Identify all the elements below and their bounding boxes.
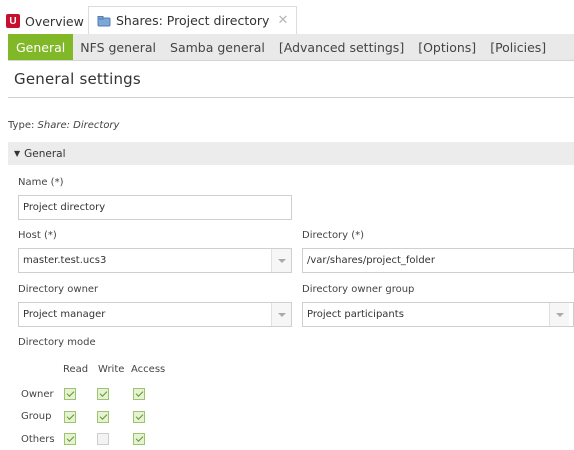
group-access-checkbox[interactable] xyxy=(133,411,145,423)
page-title: General settings xyxy=(14,70,141,88)
tab-shares-label: Shares: Project directory xyxy=(116,13,270,28)
section-title: General xyxy=(24,147,66,160)
caret-down-icon: ▼ xyxy=(14,149,21,158)
top-tab-bar: U Overview Shares: Project directory ✕ xyxy=(0,0,574,34)
column-read: Read xyxy=(63,364,89,375)
type-prefix: Type: xyxy=(8,120,38,131)
row-others-label: Others xyxy=(21,434,55,445)
others-read-checkbox[interactable] xyxy=(64,433,76,445)
close-icon[interactable]: ✕ xyxy=(277,13,288,28)
tab-advanced-settings[interactable]: [Advanced settings] xyxy=(272,34,411,60)
host-value: master.test.ucs3 xyxy=(23,255,107,266)
column-access: Access xyxy=(131,364,166,375)
tab-shares[interactable]: Shares: Project directory ✕ xyxy=(88,6,298,34)
owner-label: Directory owner xyxy=(18,284,99,295)
group-read-checkbox[interactable] xyxy=(64,411,76,423)
tab-policies[interactable]: [Policies] xyxy=(483,34,553,60)
others-access-checkbox[interactable] xyxy=(133,433,145,445)
directory-label: Directory (*) xyxy=(302,230,365,241)
owner-select[interactable]: Project manager xyxy=(18,302,292,327)
row-owner-label: Owner xyxy=(21,389,54,400)
owner-group-label: Directory owner group xyxy=(302,284,415,295)
sub-tab-bar: General NFS general Samba general [Advan… xyxy=(8,34,574,61)
directory-mode-label: Directory mode xyxy=(18,337,96,348)
owner-group-select[interactable]: Project participants xyxy=(302,302,574,327)
group-write-checkbox[interactable] xyxy=(97,411,109,423)
tab-overview-label: Overview xyxy=(25,13,84,29)
tab-options[interactable]: [Options] xyxy=(411,34,483,60)
divider xyxy=(8,97,574,98)
directory-value: /var/shares/project_folder xyxy=(307,255,435,266)
row-group-label: Group xyxy=(21,411,52,422)
host-select[interactable]: master.test.ucs3 xyxy=(18,248,292,273)
object-type: Type: Share: Directory xyxy=(8,120,119,131)
type-value: Share: Directory xyxy=(37,120,120,131)
others-write-checkbox[interactable] xyxy=(97,433,109,445)
column-write: Write xyxy=(98,364,125,375)
owner-read-checkbox[interactable] xyxy=(64,388,76,400)
owner-group-value: Project participants xyxy=(307,309,404,320)
host-label: Host (*) xyxy=(18,230,57,241)
owner-access-checkbox[interactable] xyxy=(133,388,145,400)
univention-logo-icon: U xyxy=(6,14,20,28)
tab-general[interactable]: General xyxy=(8,34,74,60)
host-dropdown-icon[interactable] xyxy=(271,249,291,272)
section-general-header[interactable]: ▼ General xyxy=(8,142,574,165)
owner-group-dropdown-icon[interactable] xyxy=(549,303,569,326)
name-value: Project directory xyxy=(23,202,106,213)
tab-samba-general[interactable]: Samba general xyxy=(163,34,272,60)
tab-overview[interactable]: U Overview xyxy=(6,8,84,34)
name-input[interactable]: Project directory xyxy=(18,195,292,220)
tab-nfs-general[interactable]: NFS general xyxy=(73,34,163,60)
share-icon xyxy=(97,15,111,27)
owner-dropdown-icon[interactable] xyxy=(271,303,291,326)
name-label: Name (*) xyxy=(18,177,64,188)
directory-input[interactable]: /var/shares/project_folder xyxy=(302,248,574,273)
owner-write-checkbox[interactable] xyxy=(97,388,109,400)
owner-value: Project manager xyxy=(23,309,106,320)
